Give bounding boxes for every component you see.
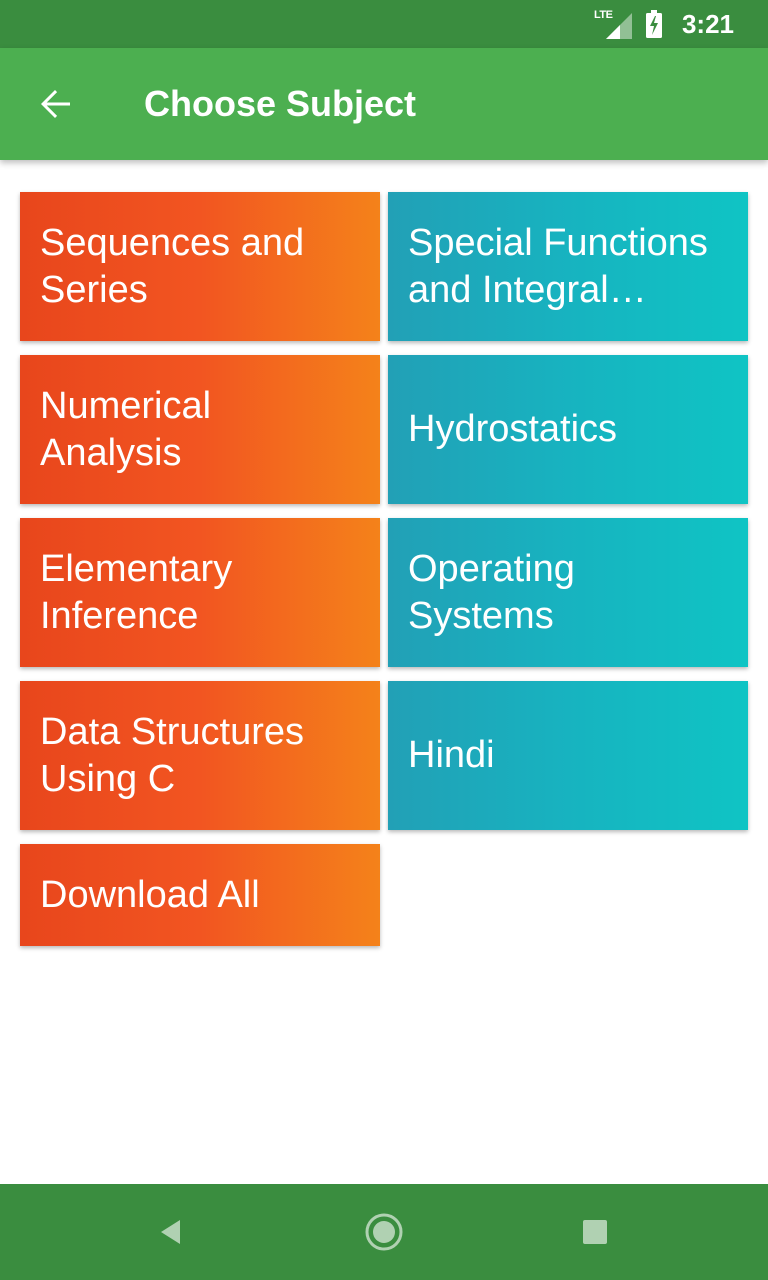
nav-recents-button[interactable] xyxy=(571,1208,619,1256)
subject-tile-label: Hindi xyxy=(408,734,495,776)
subject-tile-sequences-and-series[interactable]: Sequences and Series xyxy=(20,192,380,341)
subject-tile-label: Hydrostatics xyxy=(408,408,618,450)
status-clock: 3:21 xyxy=(681,8,734,39)
subject-tile-label: Operating Systems xyxy=(408,547,575,637)
status-icons: LTE 3:21 xyxy=(594,0,734,48)
subject-tile-data-structures[interactable]: Data Structures Using C xyxy=(20,681,380,830)
nav-back-icon xyxy=(161,1220,180,1244)
subject-tile-hindi[interactable]: Hindi xyxy=(388,681,748,830)
subject-tile-hydrostatics[interactable]: Hydrostatics xyxy=(388,355,748,504)
page-title: Choose Subject xyxy=(144,83,417,124)
status-bar: LTE 3:21 xyxy=(0,0,768,48)
subject-tile-special-functions[interactable]: Special Functions and Integral Transform… xyxy=(388,192,748,341)
subject-tile-label: Sequences and Series xyxy=(40,221,305,311)
signal-strength-icon xyxy=(605,13,632,39)
download-all-button[interactable]: Download All xyxy=(20,844,380,946)
subject-tile-operating-systems[interactable]: Operating Systems xyxy=(388,518,748,667)
subject-tile-label: Elementary Inference xyxy=(40,547,233,637)
nav-home-icon xyxy=(365,1213,403,1251)
back-button[interactable] xyxy=(24,72,88,136)
lte-signal-icon: LTE xyxy=(594,9,632,39)
subject-tile-label: Data Structures Using C xyxy=(40,710,304,800)
arrow-back-icon xyxy=(41,90,70,118)
nav-home-button[interactable] xyxy=(360,1208,408,1256)
subject-tile-elementary-inference[interactable]: Elementary Inference xyxy=(20,518,380,667)
nav-recents-icon xyxy=(583,1220,607,1244)
system-nav-bar xyxy=(0,1184,768,1280)
download-all-label: Download All xyxy=(40,873,260,916)
app-bar: Choose Subject xyxy=(0,48,768,160)
nav-back-button[interactable] xyxy=(147,1208,195,1256)
battery-charging-icon xyxy=(645,10,662,38)
subject-tile-label: Special Functions and Integral Transform… xyxy=(408,221,708,311)
subject-tile-label: Numerical Analysis xyxy=(40,384,212,474)
subject-tile-numerical-analysis[interactable]: Numerical Analysis xyxy=(20,355,380,504)
